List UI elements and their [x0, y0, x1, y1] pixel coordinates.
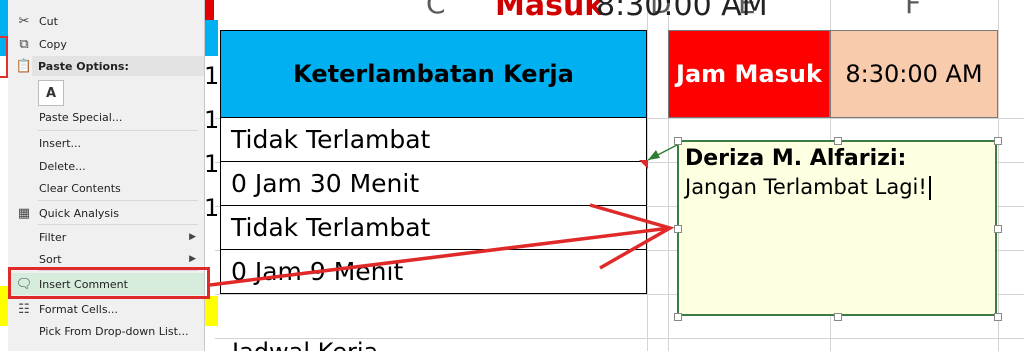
jam-masuk-label-cell[interactable]: Jam Masuk — [668, 30, 830, 118]
menu-item-label: Format Cells... — [39, 302, 119, 316]
comment-connector-arrowhead — [648, 150, 660, 160]
menu-item-copy[interactable]: ⧉ Copy — [8, 33, 204, 55]
comment-box[interactable]: Deriza M. Alfarizi: Jangan Terlambat Lag… — [677, 140, 997, 316]
menu-item-quick-analysis[interactable]: ▦ Quick Analysis — [8, 202, 204, 224]
comment-connector-line — [647, 144, 678, 161]
submenu-arrow-icon: ▶ — [189, 254, 196, 264]
resize-handle[interactable] — [994, 137, 1002, 145]
menu-item-label: Insert... — [39, 136, 82, 150]
table-row-cell[interactable]: Tidak Terlambat — [220, 118, 647, 162]
menu-separator — [38, 224, 198, 225]
resize-handle[interactable] — [674, 225, 682, 233]
menu-item-insert[interactable]: Insert... — [8, 132, 204, 154]
table-row-cell[interactable]: 0 Jam 9 Menit — [220, 250, 647, 294]
partial-blue-cell — [204, 20, 218, 56]
menu-item-cut[interactable]: ✂ Cut — [8, 10, 204, 32]
table-header-cell[interactable]: Keterlambatan Kerja — [220, 30, 647, 118]
menu-item-label: Clear Contents — [39, 181, 121, 195]
menu-item-pick-from-list[interactable]: Pick From Drop-down List... — [8, 320, 204, 342]
resize-handle[interactable] — [834, 137, 842, 145]
quick-analysis-icon: ▦ — [17, 205, 31, 221]
copy-icon: ⧉ — [19, 36, 29, 52]
resize-handle[interactable] — [994, 225, 1002, 233]
resize-handle[interactable] — [674, 313, 682, 321]
submenu-arrow-icon: ▶ — [189, 232, 196, 242]
menu-item-label: Cut — [39, 14, 58, 28]
resize-handle[interactable] — [994, 313, 1002, 321]
left-yellow-cell — [0, 286, 8, 326]
paste-options-label: Paste Options: — [38, 59, 129, 73]
paste-options-header: Paste Options: — [32, 56, 204, 76]
menu-item-label: Delete... — [39, 159, 86, 173]
column-header-f[interactable]: F — [905, 0, 921, 20]
menu-item-filter[interactable]: Filter ▶ — [8, 226, 204, 248]
resize-handle[interactable] — [834, 313, 842, 321]
insert-comment-highlight-box — [8, 267, 210, 299]
partial-yellow-cell — [204, 296, 218, 326]
menu-item-label: Sort — [39, 252, 62, 266]
spreadsheet-area: C D E F Masuk 8:30:00 AM 1 1 1 1 Keterla… — [0, 0, 1024, 351]
resize-handle[interactable] — [674, 137, 682, 145]
menu-item-label: Copy — [39, 37, 67, 51]
clipboard-icon: 📋 — [15, 58, 33, 74]
partial-row-value: 1 — [204, 62, 220, 90]
partial-bottom-text: Jadwal Kerja — [232, 338, 378, 351]
partial-cell-text: Masuk — [495, 0, 605, 23]
partial-cell-value: 8:30:00 AM — [596, 0, 768, 23]
menu-item-label: Quick Analysis — [39, 206, 119, 220]
partial-row-value: 1 — [204, 106, 220, 134]
menu-item-format-cells[interactable]: ☷ Format Cells... — [8, 298, 204, 320]
column-header-c[interactable]: C — [426, 0, 446, 20]
gridline — [998, 0, 999, 351]
comment-text[interactable]: Jangan Terlambat Lagi! — [685, 175, 927, 199]
menu-item-label: Paste Special... — [39, 110, 123, 124]
partial-red-cell — [204, 0, 214, 20]
menu-item-paste-special[interactable]: Paste Special... — [8, 106, 204, 128]
menu-item-label: Filter — [39, 230, 67, 244]
comment-author: Deriza M. Alfarizi: — [685, 146, 907, 171]
scissors-icon: ✂ — [18, 13, 30, 29]
menu-item-delete[interactable]: Delete... — [8, 155, 204, 177]
menu-separator — [38, 200, 198, 201]
left-red-marker — [0, 36, 8, 78]
table-row-cell[interactable]: 0 Jam 30 Menit — [220, 162, 647, 206]
jam-masuk-value-cell[interactable]: 8:30:00 AM — [830, 30, 998, 118]
comment-text-line[interactable]: Jangan Terlambat Lagi! — [685, 175, 989, 200]
format-cells-icon: ☷ — [18, 301, 30, 317]
partial-row-value: 1 — [204, 194, 220, 222]
menu-item-clear-contents[interactable]: Clear Contents — [8, 177, 204, 199]
gridline — [647, 0, 648, 351]
menu-separator — [38, 130, 198, 131]
partial-row-value: 1 — [204, 150, 220, 178]
comment-indicator-icon[interactable] — [639, 160, 649, 170]
table-row-cell[interactable]: Tidak Terlambat — [220, 206, 647, 250]
menu-item-label: Pick From Drop-down List... — [39, 324, 189, 338]
text-cursor — [928, 176, 931, 200]
paste-option-keep-text-icon[interactable]: A — [38, 80, 64, 106]
